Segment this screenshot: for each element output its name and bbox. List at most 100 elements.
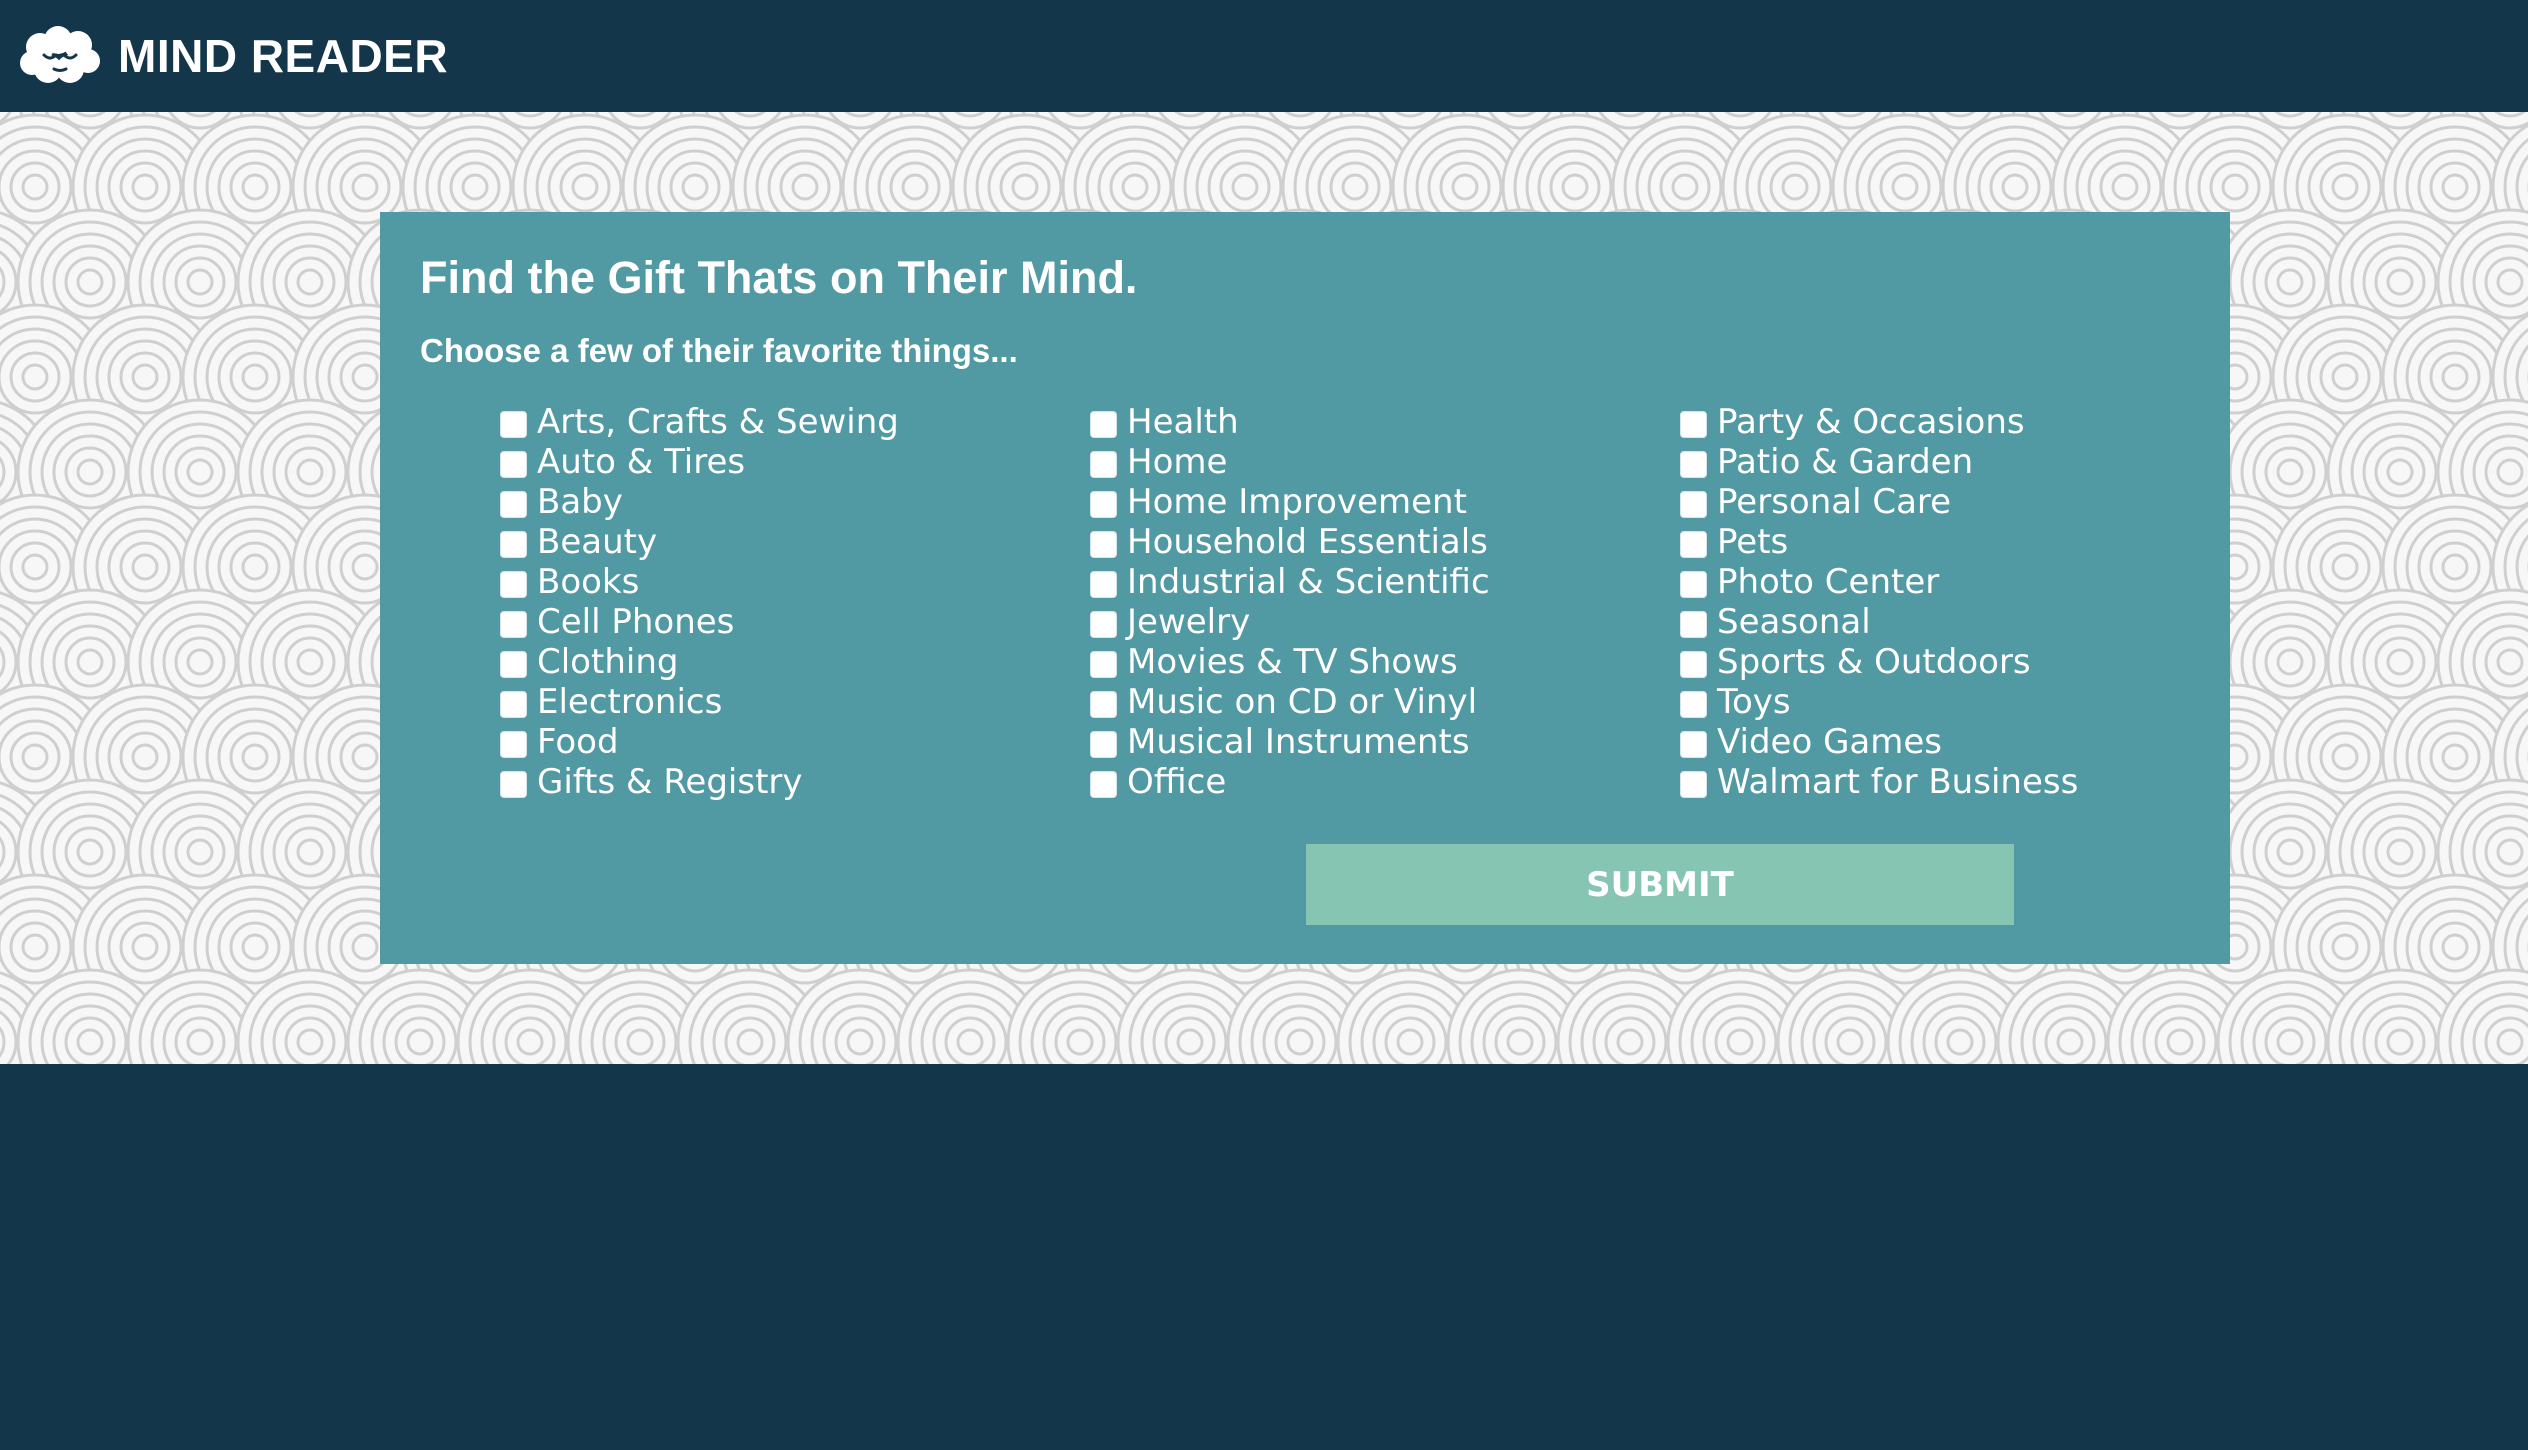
category-option[interactable]: Jewelry: [1090, 602, 1680, 642]
category-option[interactable]: Walmart for Business: [1680, 762, 2270, 802]
category-option[interactable]: Arts, Crafts & Sewing: [500, 402, 1090, 442]
top-navbar: MIND READER: [0, 0, 2528, 112]
form-headline: Find the Gift Thats on Their Mind.: [420, 252, 1138, 303]
category-label: Health: [1127, 402, 1239, 442]
category-option[interactable]: Electronics: [500, 682, 1090, 722]
category-label: Beauty: [537, 522, 658, 562]
category-checkbox[interactable]: [1680, 530, 1707, 558]
category-checkbox[interactable]: [1680, 410, 1707, 438]
category-option[interactable]: Industrial & Scientific: [1090, 562, 1680, 602]
category-label: Seasonal: [1717, 602, 1871, 642]
category-checkbox[interactable]: [1680, 490, 1707, 518]
category-label: Toys: [1717, 682, 1791, 722]
category-label: Baby: [537, 482, 623, 522]
category-option[interactable]: Musical Instruments: [1090, 722, 1680, 762]
submit-button[interactable]: SUBMIT: [1306, 844, 2014, 925]
category-label: Home Improvement: [1127, 482, 1467, 522]
category-checkbox[interactable]: [500, 530, 527, 558]
category-option[interactable]: Party & Occasions: [1680, 402, 2270, 442]
category-checkbox[interactable]: [500, 490, 527, 518]
category-column-2: Health Home Home Improvement Household Esse…: [1090, 402, 1680, 802]
category-checkbox[interactable]: [1090, 570, 1117, 598]
category-option[interactable]: Home: [1090, 442, 1680, 482]
category-checkbox-columns: Arts, Crafts & Sewing Auto & Tires Baby Bea…: [500, 402, 2150, 812]
category-option[interactable]: Cell Phones: [500, 602, 1090, 642]
category-option[interactable]: Auto & Tires: [500, 442, 1090, 482]
category-option[interactable]: Toys: [1680, 682, 2270, 722]
category-label: Pets: [1717, 522, 1789, 562]
gift-finder-form: Find the Gift Thats on Their Mind. Choos…: [380, 212, 2230, 964]
category-checkbox[interactable]: [500, 770, 527, 798]
category-label: Food: [537, 722, 619, 762]
category-option[interactable]: Health: [1090, 402, 1680, 442]
category-label: Jewelry: [1127, 602, 1251, 642]
category-label: Walmart for Business: [1717, 762, 2079, 802]
category-label: Clothing: [537, 642, 679, 682]
category-option[interactable]: Gifts & Registry: [500, 762, 1090, 802]
category-checkbox[interactable]: [1090, 530, 1117, 558]
category-option[interactable]: Household Essentials: [1090, 522, 1680, 562]
category-label: Electronics: [537, 682, 723, 722]
category-checkbox[interactable]: [500, 450, 527, 478]
hero-section: Find the Gift Thats on Their Mind. Choos…: [0, 112, 2528, 1064]
category-label: Personal Care: [1717, 482, 1952, 522]
category-label: Office: [1127, 762, 1227, 802]
category-option[interactable]: Patio & Garden: [1680, 442, 2270, 482]
category-label: Industrial & Scientific: [1127, 562, 1490, 602]
category-label: Music on CD or Vinyl: [1127, 682, 1478, 722]
category-label: Cell Phones: [537, 602, 735, 642]
category-option[interactable]: Sports & Outdoors: [1680, 642, 2270, 682]
category-column-1: Arts, Crafts & Sewing Auto & Tires Baby Bea…: [500, 402, 1090, 802]
category-checkbox[interactable]: [500, 570, 527, 598]
category-checkbox[interactable]: [1090, 610, 1117, 638]
category-checkbox[interactable]: [1680, 450, 1707, 478]
category-checkbox[interactable]: [500, 690, 527, 718]
category-label: Home: [1127, 442, 1228, 482]
category-checkbox[interactable]: [1090, 770, 1117, 798]
category-checkbox[interactable]: [1090, 730, 1117, 758]
category-option[interactable]: Clothing: [500, 642, 1090, 682]
category-checkbox[interactable]: [1090, 450, 1117, 478]
category-checkbox[interactable]: [1090, 410, 1117, 438]
category-label: Auto & Tires: [537, 442, 746, 482]
category-label: Books: [537, 562, 640, 602]
category-option[interactable]: Books: [500, 562, 1090, 602]
category-option[interactable]: Movies & TV Shows: [1090, 642, 1680, 682]
category-checkbox[interactable]: [500, 410, 527, 438]
category-option[interactable]: Video Games: [1680, 722, 2270, 762]
category-option[interactable]: Seasonal: [1680, 602, 2270, 642]
category-label: Household Essentials: [1127, 522, 1488, 562]
category-option[interactable]: Office: [1090, 762, 1680, 802]
category-label: Movies & TV Shows: [1127, 642, 1458, 682]
category-checkbox[interactable]: [1680, 610, 1707, 638]
category-label: Party & Occasions: [1717, 402, 2025, 442]
brand-name: MIND READER: [118, 30, 449, 82]
category-option[interactable]: Personal Care: [1680, 482, 2270, 522]
category-checkbox[interactable]: [500, 610, 527, 638]
category-label: Sports & Outdoors: [1717, 642, 2031, 682]
category-option[interactable]: Food: [500, 722, 1090, 762]
category-label: Gifts & Registry: [537, 762, 803, 802]
category-checkbox[interactable]: [1680, 570, 1707, 598]
category-label: Photo Center: [1717, 562, 1940, 602]
sleeping-brain-cloud-icon: [20, 26, 100, 83]
category-checkbox[interactable]: [1680, 770, 1707, 798]
category-option[interactable]: Music on CD or Vinyl: [1090, 682, 1680, 722]
category-label: Musical Instruments: [1127, 722, 1470, 762]
category-option[interactable]: Photo Center: [1680, 562, 2270, 602]
category-checkbox[interactable]: [1090, 650, 1117, 678]
category-checkbox[interactable]: [500, 650, 527, 678]
category-label: Video Games: [1717, 722, 1943, 762]
category-option[interactable]: Baby: [500, 482, 1090, 522]
category-checkbox[interactable]: [500, 730, 527, 758]
category-column-3: Party & Occasions Patio & Garden Personal …: [1680, 402, 2270, 802]
category-checkbox[interactable]: [1090, 490, 1117, 518]
category-checkbox[interactable]: [1680, 650, 1707, 678]
brand-link[interactable]: MIND READER: [18, 0, 448, 112]
category-option[interactable]: Pets: [1680, 522, 2270, 562]
category-option[interactable]: Home Improvement: [1090, 482, 1680, 522]
category-option[interactable]: Beauty: [500, 522, 1090, 562]
category-checkbox[interactable]: [1680, 730, 1707, 758]
category-checkbox[interactable]: [1090, 690, 1117, 718]
category-checkbox[interactable]: [1680, 690, 1707, 718]
